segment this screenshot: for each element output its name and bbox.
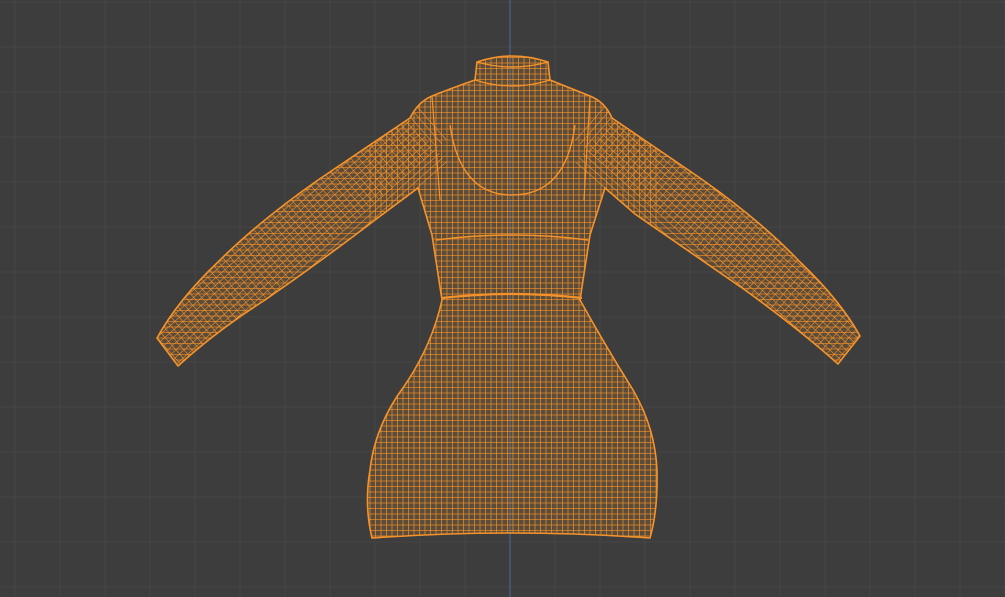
- 3d-viewport[interactable]: [0, 0, 1005, 597]
- viewport-canvas[interactable]: [0, 0, 1005, 597]
